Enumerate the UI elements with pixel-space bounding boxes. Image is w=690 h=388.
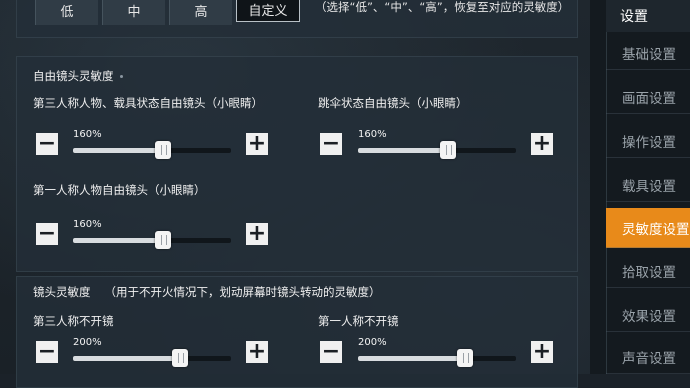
third-person-free-camera-plus-button[interactable]: + xyxy=(246,133,268,155)
plus-icon: + xyxy=(532,339,552,364)
slider-thumb[interactable] xyxy=(440,141,457,159)
slider-thumb[interactable] xyxy=(457,349,474,367)
third-person-free-camera-value: 160% xyxy=(73,129,102,140)
sidebar-item-basic[interactable]: 基础设置 xyxy=(606,36,690,70)
preset-medium-button[interactable]: 中 xyxy=(102,0,165,25)
first-person-no-scope-slider[interactable] xyxy=(358,349,516,367)
minus-icon: − xyxy=(321,131,341,156)
parachute-free-camera-label: 跳伞状态自由镜头（小眼睛） xyxy=(318,96,468,110)
first-person-free-camera-slider[interactable] xyxy=(73,231,231,249)
sidebar-item-controls[interactable]: 操作设置 xyxy=(606,124,690,158)
sidebar-item-effects[interactable]: 效果设置 xyxy=(606,298,690,332)
parachute-free-camera-value: 160% xyxy=(358,129,387,140)
free-camera-section: 自由镜头灵敏度 第三人称人物、载具状态自由镜头（小眼睛） − 160% + 跳伞… xyxy=(16,56,578,272)
dot-icon xyxy=(119,75,123,78)
sidebar-item-pickup[interactable]: 拾取设置 xyxy=(606,254,690,288)
plus-icon: + xyxy=(532,131,552,156)
preset-buttons: 低 中 高 自定义 xyxy=(35,0,304,25)
first-person-no-scope-plus-button[interactable]: + xyxy=(531,341,553,363)
camera-sensitivity-section: 镜头灵敏度 （用于不开火情况下，划动屏幕时镜头转动的灵敏度） 第三人称不开镜 − … xyxy=(16,276,578,388)
sensitivity-preset-bar: 低 中 高 自定义 （选择“低”、“中”、“高”，恢复至对应的灵敏度） xyxy=(16,0,578,38)
sidebar-item-graphics[interactable]: 画面设置 xyxy=(606,80,690,114)
third-person-free-camera-minus-button[interactable]: − xyxy=(36,133,58,155)
first-person-free-camera-value: 160% xyxy=(73,219,102,230)
sidebar-item-vehicle[interactable]: 载具设置 xyxy=(606,168,690,202)
third-person-no-scope-plus-button[interactable]: + xyxy=(246,341,268,363)
slider-thumb[interactable] xyxy=(155,231,172,249)
preset-low-button[interactable]: 低 xyxy=(35,0,98,25)
sidebar-header: 设置 xyxy=(606,0,690,32)
preset-hint: （选择“低”、“中”、“高”，恢复至对应的灵敏度） xyxy=(315,0,570,14)
slider-thumb[interactable] xyxy=(172,349,189,367)
slider-fill xyxy=(73,238,164,243)
camera-title: 镜头灵敏度 xyxy=(33,285,91,299)
slider-thumb[interactable] xyxy=(155,141,172,159)
section-title: 镜头灵敏度 （用于不开火情况下，划动屏幕时镜头转动的灵敏度） xyxy=(33,284,381,300)
preset-high-button[interactable]: 高 xyxy=(169,0,232,25)
parachute-free-camera-minus-button[interactable]: − xyxy=(320,133,342,155)
plus-icon: + xyxy=(247,339,267,364)
first-person-free-camera-plus-button[interactable]: + xyxy=(246,223,268,245)
parachute-free-camera-plus-button[interactable]: + xyxy=(531,133,553,155)
first-person-free-camera-minus-button[interactable]: − xyxy=(36,223,58,245)
slider-fill xyxy=(358,148,449,153)
third-person-no-scope-slider[interactable] xyxy=(73,349,231,367)
plus-icon: + xyxy=(247,131,267,156)
third-person-no-scope-value: 200% xyxy=(73,337,102,348)
sidebar-item-audio[interactable]: 声音设置 xyxy=(606,340,690,374)
third-person-no-scope-label: 第三人称不开镜 xyxy=(33,314,114,328)
camera-note: （用于不开火情况下，划动屏幕时镜头转动的灵敏度） xyxy=(104,285,381,299)
first-person-no-scope-minus-button[interactable]: − xyxy=(320,341,342,363)
slider-fill xyxy=(73,356,181,361)
minus-icon: − xyxy=(37,131,57,156)
section-title: 自由镜头灵敏度 xyxy=(33,68,123,84)
third-person-free-camera-slider[interactable] xyxy=(73,141,231,159)
first-person-free-camera-label: 第一人称人物自由镜头（小眼睛） xyxy=(33,183,206,197)
minus-icon: − xyxy=(37,339,57,364)
third-person-no-scope-minus-button[interactable]: − xyxy=(36,341,58,363)
first-person-no-scope-label: 第一人称不开镜 xyxy=(318,314,399,328)
preset-custom-button[interactable]: 自定义 xyxy=(236,0,300,22)
parachute-free-camera-slider[interactable] xyxy=(358,141,516,159)
free-camera-title: 自由镜头灵敏度 xyxy=(33,69,114,83)
minus-icon: − xyxy=(37,221,57,246)
third-person-free-camera-label: 第三人称人物、载具状态自由镜头（小眼睛） xyxy=(33,96,263,110)
slider-fill xyxy=(358,356,466,361)
slider-fill xyxy=(73,148,164,153)
sidebar-item-sensitivity[interactable]: 灵敏度设置 xyxy=(606,208,690,248)
minus-icon: − xyxy=(321,339,341,364)
first-person-no-scope-value: 200% xyxy=(358,337,387,348)
settings-sidebar: 设置 基础设置 画面设置 操作设置 载具设置 灵敏度设置 拾取设置 效果设置 声… xyxy=(590,0,690,374)
plus-icon: + xyxy=(247,221,267,246)
